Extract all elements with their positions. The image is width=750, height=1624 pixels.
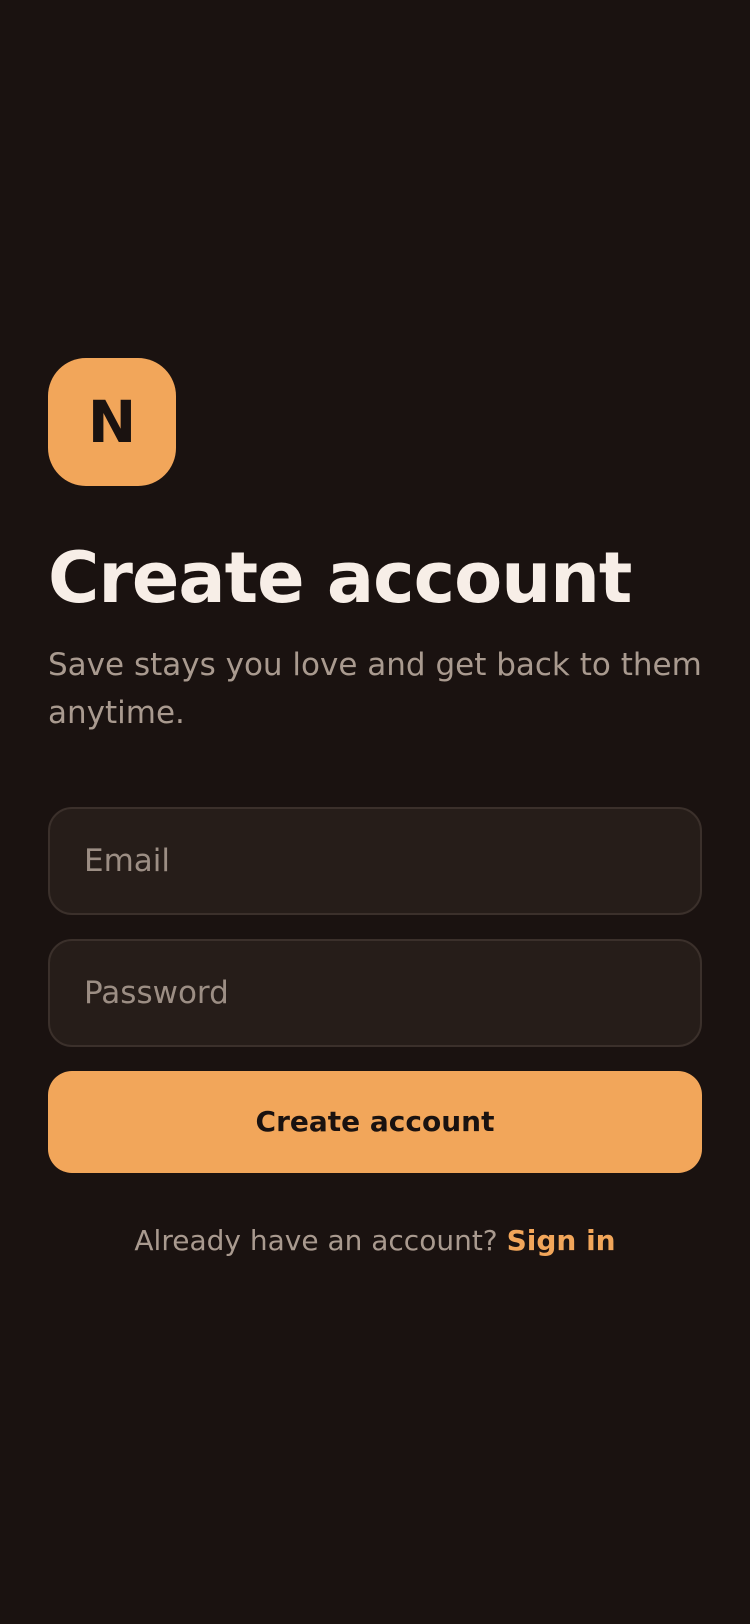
signin-link[interactable]: Sign in [507,1224,616,1257]
logo-letter: N [87,388,137,456]
password-input[interactable] [82,973,668,1012]
email-input[interactable] [82,841,668,880]
page-title: Create account [48,537,632,619]
signin-prompt: Already have an account? [134,1223,507,1257]
create-account-screen: N Create account Save stays you love and… [48,358,702,1261]
app-logo: N [48,358,176,486]
create-account-button[interactable]: Create account [48,1070,702,1173]
page-subtitle: Save stays you love and get back to them… [48,646,702,731]
signin-footer: Already have an account? Sign in [48,1221,702,1261]
create-account-form: Create account [48,806,702,1173]
password-field-container[interactable] [48,938,702,1047]
email-field-container[interactable] [48,806,702,915]
